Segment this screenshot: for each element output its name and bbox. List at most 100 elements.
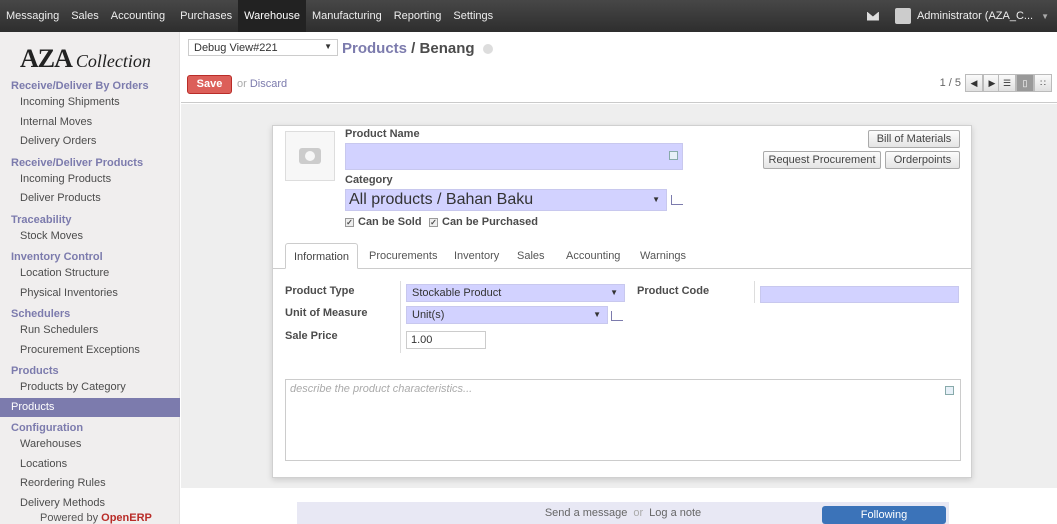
field-divider xyxy=(754,281,755,303)
following-button[interactable]: Following xyxy=(822,506,946,524)
tab-procurements[interactable]: Procurements xyxy=(361,243,445,269)
product-image[interactable] xyxy=(285,131,335,181)
checkbox-checked-icon: ✓ xyxy=(345,217,354,227)
category-select[interactable]: All products / Bahan Baku ▼ xyxy=(345,189,667,211)
product-name-label: Product Name xyxy=(345,128,420,140)
product-name-input[interactable] xyxy=(345,143,683,170)
sidebar-item-products[interactable]: Products xyxy=(0,397,180,417)
chevron-down-icon[interactable]: ▼ xyxy=(1041,12,1049,21)
sidebar-section-receive-deliver-products: Receive/Deliver Products xyxy=(11,156,144,169)
orderpoints-button[interactable]: Orderpoints xyxy=(885,151,960,169)
can-be-sold-checkbox[interactable]: ✓ Can be Sold xyxy=(345,216,422,228)
translate-icon[interactable] xyxy=(669,151,678,160)
pager: 1 / 5 ◀ ▶ xyxy=(940,74,1001,92)
product-type-label: Product Type xyxy=(285,285,355,297)
sidebar-item-delivery-methods[interactable]: Delivery Methods xyxy=(0,494,180,514)
log-note-link[interactable]: Log a note xyxy=(649,507,701,519)
can-be-purchased-checkbox[interactable]: ✓ Can be Purchased xyxy=(429,216,538,228)
sidebar-item-stock-moves[interactable]: Stock Moves xyxy=(0,227,180,247)
menu-settings[interactable]: Settings xyxy=(447,0,499,32)
list-view-icon[interactable]: ☰ xyxy=(998,74,1016,92)
breadcrumb: Products / Benang xyxy=(342,40,493,57)
product-type-select[interactable]: Stockable Product ▼ xyxy=(406,284,625,302)
sidebar-item-location-structure[interactable]: Location Structure xyxy=(0,264,180,284)
send-message-link[interactable]: Send a message xyxy=(545,507,628,519)
menu-messaging[interactable]: Messaging xyxy=(0,0,65,32)
tab-accounting[interactable]: Accounting xyxy=(558,243,628,269)
checkbox-checked-icon: ✓ xyxy=(429,217,438,227)
sidebar-item-products-by-category[interactable]: Products by Category xyxy=(0,378,180,398)
kanban-view-icon[interactable]: ∷ xyxy=(1034,74,1052,92)
sidebar-section-schedulers: Schedulers xyxy=(11,308,71,320)
sidebar-item-delivery-orders[interactable]: Delivery Orders xyxy=(0,132,180,152)
product-code-input[interactable] xyxy=(760,286,959,303)
category-label: Category xyxy=(345,174,393,186)
sidebar-item-procurement-exceptions[interactable]: Procurement Exceptions xyxy=(0,341,180,361)
mail-icon[interactable] xyxy=(866,11,879,21)
tab-inventory[interactable]: Inventory xyxy=(446,243,507,269)
sidebar-section-configuration: Configuration xyxy=(11,422,84,434)
breadcrumb-products-link[interactable]: Products xyxy=(342,40,407,57)
main-menu: Messaging Sales Accounting Purchases War… xyxy=(0,0,499,32)
tab-sales[interactable]: Sales xyxy=(509,243,553,269)
sidebar-item-internal-moves[interactable]: Internal Moves xyxy=(0,113,180,133)
sidebar-item-incoming-products[interactable]: Incoming Products xyxy=(0,170,180,190)
help-icon[interactable] xyxy=(482,44,493,55)
pager-counter[interactable]: 1 / 5 xyxy=(940,77,961,89)
form-view-icon[interactable]: ▯ xyxy=(1016,74,1034,92)
description-textarea[interactable]: describe the product characteristics... xyxy=(285,379,961,461)
dropdown-arrow-icon: ▼ xyxy=(593,310,601,319)
sidebar-item-run-schedulers[interactable]: Run Schedulers xyxy=(0,321,180,341)
external-link-icon[interactable] xyxy=(671,195,683,205)
sale-price-label: Sale Price xyxy=(285,330,338,342)
control-panel: Debug View#221 ▼ Products / Benang Save … xyxy=(181,32,1057,103)
save-button[interactable]: Save xyxy=(187,75,232,94)
tab-information[interactable]: Information xyxy=(285,243,359,269)
avatar[interactable] xyxy=(894,8,911,24)
user-name[interactable]: Administrator (AZA_C... xyxy=(917,10,1033,22)
sidebar-section-traceability: Traceability xyxy=(11,213,72,226)
camera-icon xyxy=(299,148,321,164)
request-procurement-button[interactable]: Request Procurement xyxy=(763,151,881,169)
menu-warehouse[interactable]: Warehouse xyxy=(238,0,306,32)
openerp-link[interactable]: OpenERP xyxy=(101,512,152,524)
company-logo[interactable]: AZA Collection xyxy=(20,44,165,73)
menu-purchases[interactable]: Purchases xyxy=(174,0,238,32)
debug-view-select[interactable]: Debug View#221 ▼ xyxy=(188,39,338,56)
sidebar-section-receive-deliver-orders: Receive/Deliver By Orders xyxy=(11,80,149,92)
pager-previous-icon[interactable]: ◀ xyxy=(965,74,983,92)
form-sheet: Product Name Category All products / Bah… xyxy=(272,125,972,478)
tab-warnings[interactable]: Warnings xyxy=(632,243,694,269)
dropdown-arrow-icon: ▼ xyxy=(652,195,660,204)
menu-sales[interactable]: Sales xyxy=(65,0,105,32)
sidebar-item-locations[interactable]: Locations xyxy=(0,455,180,475)
bill-of-materials-button[interactable]: Bill of Materials xyxy=(868,130,960,148)
sale-price-input[interactable]: 1.00 xyxy=(406,331,486,349)
page-title: Benang xyxy=(419,40,475,57)
form-tabs: Information Procurements Inventory Sales… xyxy=(273,243,971,269)
discard-link[interactable]: Discard xyxy=(250,78,287,90)
menu-reporting[interactable]: Reporting xyxy=(388,0,448,32)
sidebar-item-incoming-shipments[interactable]: Incoming Shipments xyxy=(0,93,180,113)
sidebar-item-warehouses[interactable]: Warehouses xyxy=(0,435,180,455)
sidebar-section-products: Products xyxy=(11,365,59,377)
powered-by: Powered by OpenERP xyxy=(40,512,152,524)
menu-manufacturing[interactable]: Manufacturing xyxy=(306,0,388,32)
user-area: Administrator (AZA_C... ▼ xyxy=(866,0,1049,32)
field-divider xyxy=(400,281,401,353)
top-menu-bar: Messaging Sales Accounting Purchases War… xyxy=(0,0,1057,32)
view-switcher: ☰ ▯ ∷ xyxy=(998,74,1052,92)
unit-of-measure-label: Unit of Measure xyxy=(285,307,368,319)
sidebar-section-inventory-control: Inventory Control xyxy=(11,251,103,263)
menu-accounting[interactable]: Accounting xyxy=(105,0,174,32)
sidebar-nav: Receive/Deliver By Orders Incoming Shipm… xyxy=(0,79,180,513)
dropdown-arrow-icon: ▼ xyxy=(324,42,332,51)
sidebar-item-reordering-rules[interactable]: Reordering Rules xyxy=(0,474,180,494)
sidebar-item-physical-inventories[interactable]: Physical Inventories xyxy=(0,284,180,304)
unit-of-measure-select[interactable]: Unit(s) ▼ xyxy=(406,306,608,324)
dropdown-arrow-icon: ▼ xyxy=(610,288,618,297)
translate-icon[interactable] xyxy=(945,386,954,395)
external-link-icon[interactable] xyxy=(611,311,623,321)
product-code-label: Product Code xyxy=(637,285,710,297)
sidebar-item-deliver-products[interactable]: Deliver Products xyxy=(0,189,180,209)
